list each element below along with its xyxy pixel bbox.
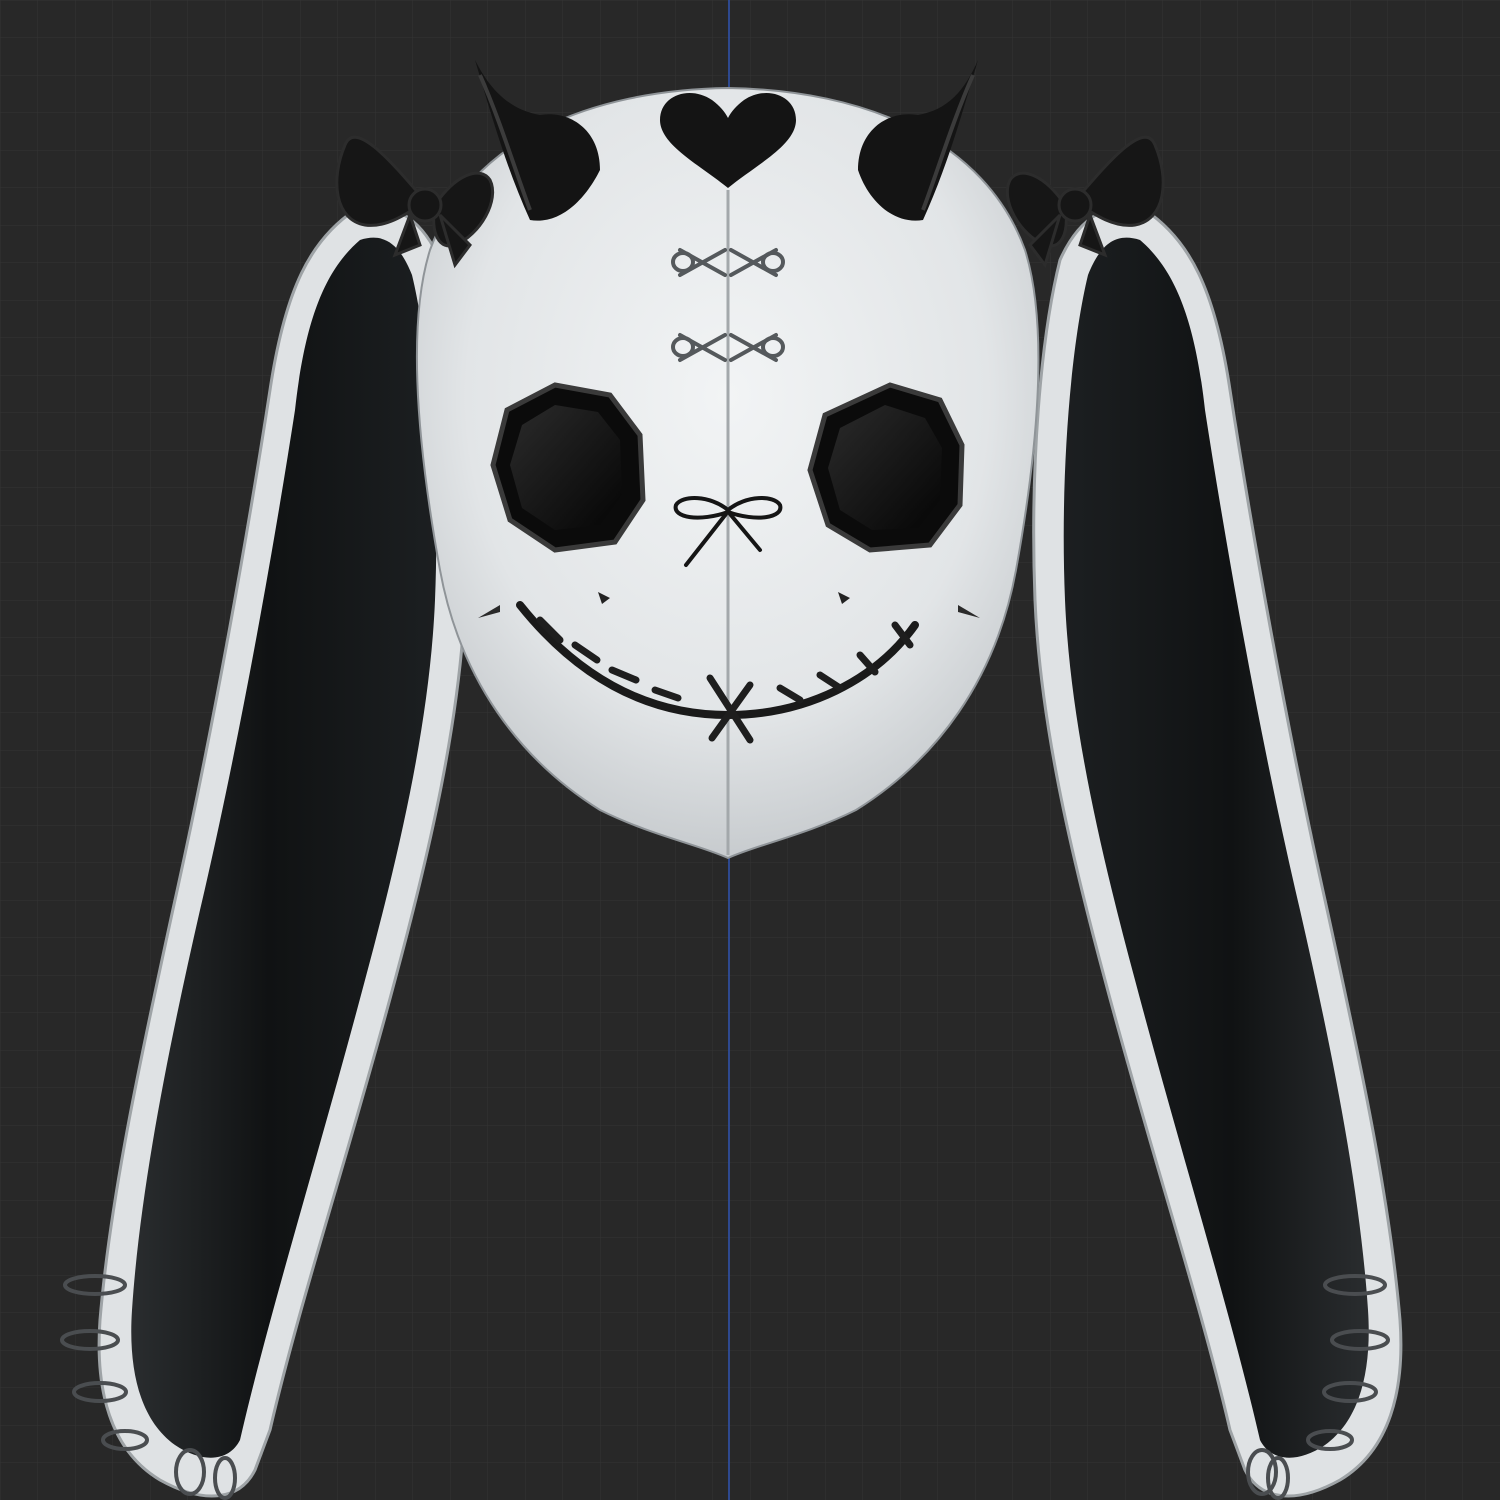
left-ear — [60, 205, 468, 1500]
bunny-mask-model[interactable] — [0, 0, 1500, 1500]
right-eye — [807, 382, 965, 553]
3d-viewport[interactable] — [0, 0, 1500, 1500]
right-ear — [1032, 205, 1403, 1500]
left-eye — [490, 382, 646, 553]
